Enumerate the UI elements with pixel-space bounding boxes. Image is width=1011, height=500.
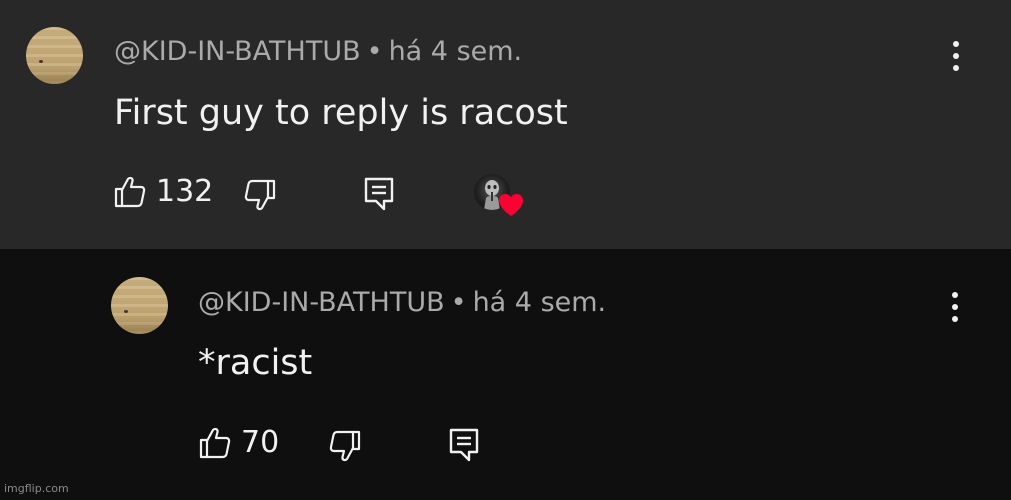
comment-time[interactable]: há 4 sem. [473,287,607,318]
dislike-icon [329,429,361,463]
reply-button[interactable] [364,177,394,211]
comment-reply: @KID-IN-BATHTUB • há 4 sem. *racist 70 [0,249,1011,500]
comment-header: @KID-IN-BATHTUB • há 4 sem. [114,38,522,65]
like-count: 70 [241,425,280,460]
comment-header: @KID-IN-BATHTUB • há 4 sem. [198,289,606,316]
dislike-button[interactable] [244,178,276,212]
dislike-icon [244,178,276,212]
like-button[interactable]: 132 [114,175,213,209]
reply-icon [364,177,394,211]
avatar[interactable] [111,277,168,334]
header-separator: • [450,287,467,318]
header-separator: • [366,36,383,67]
like-button[interactable]: 70 [199,426,279,460]
more-options-icon[interactable] [945,290,965,324]
reply-icon [449,428,479,462]
reply-button[interactable] [449,428,479,462]
comment-text: First guy to reply is racost [114,93,568,133]
like-count: 132 [156,174,214,209]
author-handle[interactable]: @KID-IN-BATHTUB [114,36,361,67]
comment-top: @KID-IN-BATHTUB • há 4 sem. First guy to r… [0,0,1011,249]
comment-time[interactable]: há 4 sem. [389,36,523,67]
creator-heart-icon [498,193,524,217]
like-icon [114,175,146,209]
author-handle[interactable]: @KID-IN-BATHTUB [198,287,445,318]
avatar[interactable] [26,27,83,84]
like-icon [199,426,231,460]
creator-heart[interactable] [474,174,524,220]
comment-text: *racist [198,343,313,383]
watermark: imgflip.com [4,482,69,495]
more-options-icon[interactable] [946,39,966,73]
dislike-button[interactable] [329,429,361,463]
